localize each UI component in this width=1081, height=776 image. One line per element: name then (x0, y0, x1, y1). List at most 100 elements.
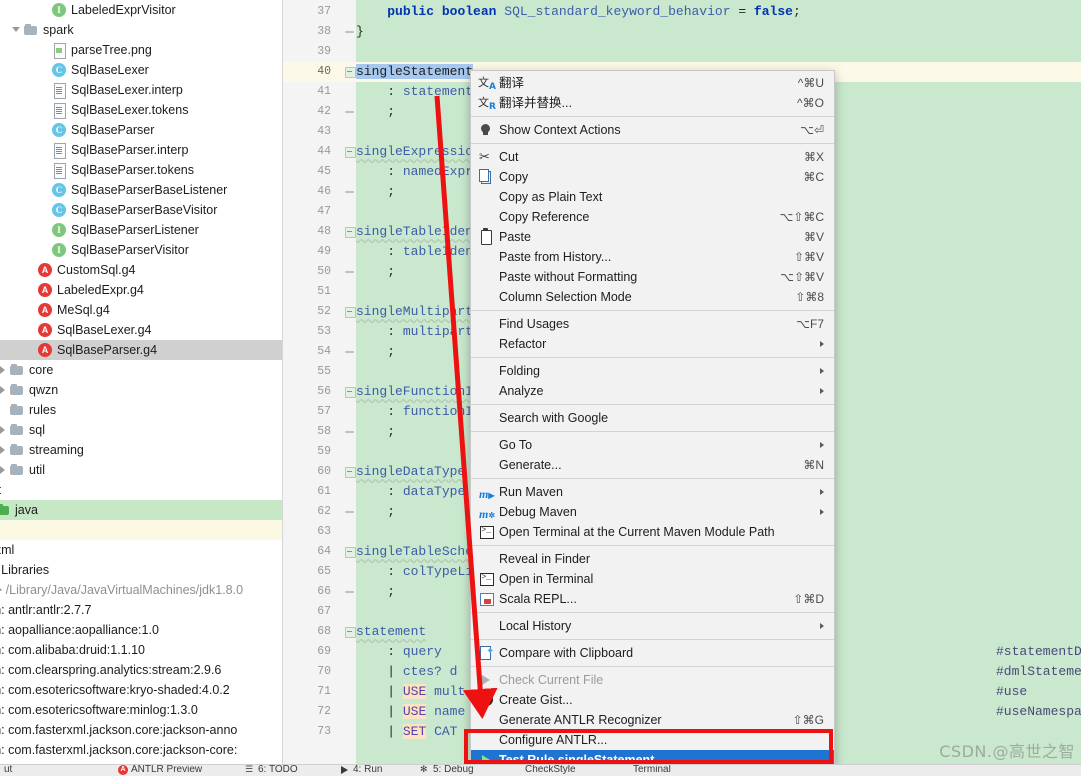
menu-item-create-gist[interactable]: Create Gist... (471, 690, 834, 710)
menu-item-local-history[interactable]: Local History (471, 616, 834, 636)
tree-row-21[interactable]: sql (0, 420, 283, 440)
tree-row-19[interactable]: qwzn (0, 380, 283, 400)
tree-row-35[interactable]: ven: com.esotericsoftware:minlog:1.3.0 (0, 700, 283, 720)
fold-collapse-icon[interactable] (345, 462, 356, 482)
menu-item-find-usages[interactable]: Find Usages⌥F7 (471, 314, 834, 334)
tree-row-7[interactable]: SqlBaseParser.interp (0, 140, 283, 160)
menu-item-[interactable]: 文A翻译^⌘U (471, 73, 834, 93)
tree-row-12[interactable]: ISqlBaseParserVisitor (0, 240, 283, 260)
tree-row-33[interactable]: ven: com.clearspring.analytics:stream:2.… (0, 660, 283, 680)
tree-row-32[interactable]: ven: com.alibaba:druid:1.1.10 (0, 640, 283, 660)
menu-item-open-in-terminal[interactable]: Open in Terminal (471, 569, 834, 589)
tree-row-23[interactable]: util (0, 460, 283, 480)
tree-row-16[interactable]: ASqlBaseLexer.g4 (0, 320, 283, 340)
fold-collapse-icon[interactable] (345, 62, 356, 82)
menu-item-[interactable]: 文R翻译并替换...^⌘O (471, 93, 834, 113)
tree-row-10[interactable]: CSqlBaseParserBaseVisitor (0, 200, 283, 220)
fold-end-icon[interactable] (345, 22, 356, 42)
tree-row-17[interactable]: ASqlBaseParser.g4 (0, 340, 283, 360)
bottom-bar-item-6-todo[interactable]: 6: TODO (245, 764, 298, 776)
menu-item-copy-reference[interactable]: Copy Reference⌥⇧⌘C (471, 207, 834, 227)
menu-item-search-with-google[interactable]: Search with Google (471, 408, 834, 428)
editor-context-menu[interactable]: 文A翻译^⌘U文R翻译并替换...^⌘O Show Context Actions… (470, 70, 835, 771)
fold-end-icon[interactable] (345, 342, 356, 362)
menu-item-analyze[interactable]: Analyze (471, 381, 834, 401)
menu-item-run-maven[interactable]: m▶Run Maven (471, 482, 834, 502)
menu-item-check-current-file[interactable]: Check Current File (471, 670, 834, 690)
menu-item-folding[interactable]: Folding (471, 361, 834, 381)
tree-row-3[interactable]: CSqlBaseLexer (0, 60, 283, 80)
tree-row-30[interactable]: ven: antlr:antlr:2.7.7 (0, 600, 283, 620)
bottom-bar-item-4-run[interactable]: 4: Run (340, 764, 382, 776)
tree-row-27[interactable]: m.xml (0, 540, 283, 560)
fold-end-icon[interactable] (345, 582, 356, 602)
fold-end-icon[interactable] (345, 102, 356, 122)
tree-row-37[interactable]: ven: com.fasterxml.jackson.core:jackson-… (0, 740, 283, 760)
menu-item-configure-antlr[interactable]: Configure ANTLR... (471, 730, 834, 750)
tree-row-31[interactable]: ven: aopalliance:aopalliance:1.0 (0, 620, 283, 640)
fold-end-icon[interactable] (345, 262, 356, 282)
tree-row-15[interactable]: AMeSql.g4 (0, 300, 283, 320)
menu-item-column-selection-mode[interactable]: Column Selection Mode⇧⌘8 (471, 287, 834, 307)
fold-collapse-icon[interactable] (345, 222, 356, 242)
bottom-bar-item-ut[interactable]: ut (4, 764, 12, 776)
menu-item-copy-as-plain-text[interactable]: Copy as Plain Text (471, 187, 834, 207)
fold-end-icon[interactable] (345, 422, 356, 442)
bottom-bar-item-antlr-preview[interactable]: ANTLR Preview (118, 764, 202, 776)
tree-row-9[interactable]: CSqlBaseParserBaseListener (0, 180, 283, 200)
tree-disclosure-open-icon[interactable] (12, 20, 23, 40)
menu-item-cut[interactable]: Cut⌘X (471, 147, 834, 167)
menu-item-paste[interactable]: Paste⌘V (471, 227, 834, 247)
menu-item-scala-repl[interactable]: Scala REPL...⇧⌘D (471, 589, 834, 609)
tree-row-22[interactable]: streaming (0, 440, 283, 460)
bottom-tool-window-bar[interactable]: ut ANTLR Preview 6: TODO 4: Run 5: Debug Chec… (0, 764, 1081, 776)
tree-row-34[interactable]: ven: com.esotericsoftware:kryo-shaded:4.… (0, 680, 283, 700)
menu-item-generate[interactable]: Generate...⌘N (471, 455, 834, 475)
tree-row-18[interactable]: core (0, 360, 283, 380)
tree-row-25[interactable]: java (0, 500, 283, 520)
fold-end-icon[interactable] (345, 502, 356, 522)
tree-disclosure-closed-icon[interactable] (0, 440, 9, 460)
tree-row-6[interactable]: CSqlBaseParser (0, 120, 283, 140)
menu-item-debug-maven[interactable]: m✲Debug Maven (471, 502, 834, 522)
fold-collapse-icon[interactable] (345, 542, 356, 562)
fold-collapse-icon[interactable] (345, 302, 356, 322)
menu-item-compare-with-clipboard[interactable]: Compare with Clipboard (471, 643, 834, 663)
menu-item-refactor[interactable]: Refactor (471, 334, 834, 354)
menu-item-generate-antlr-recognizer[interactable]: Generate ANTLR Recognizer⇧⌘G (471, 710, 834, 730)
tree-row-36[interactable]: ven: com.fasterxml.jackson.core:jackson-… (0, 720, 283, 740)
bottom-bar-item-checkstyle[interactable]: CheckStyle (512, 764, 576, 776)
menu-item-go-to[interactable]: Go To (471, 435, 834, 455)
tree-disclosure-closed-icon[interactable] (0, 360, 9, 380)
menu-item-show-context-actions[interactable]: Show Context Actions⌥⏎ (471, 120, 834, 140)
tree-row-20[interactable]: rules (0, 400, 283, 420)
tree-row-4[interactable]: SqlBaseLexer.interp (0, 80, 283, 100)
tree-row-8[interactable]: SqlBaseParser.tokens (0, 160, 283, 180)
bottom-bar-item-5-debug[interactable]: 5: Debug (420, 764, 474, 776)
tree-row-26[interactable]: get (0, 520, 283, 540)
tree-row-11[interactable]: ISqlBaseParserListener (0, 220, 283, 240)
tree-row-24[interactable]: test (0, 480, 283, 500)
fold-collapse-icon[interactable] (345, 622, 356, 642)
tree-row-0[interactable]: ILabeledExprVisitor (0, 0, 283, 20)
project-tree-panel[interactable]: ILabeledExprVisitorsparkparseTree.pngCSq… (0, 0, 283, 764)
editor-gutter[interactable]: 3738394041424344454647484950515253545556… (283, 0, 356, 764)
fold-end-icon[interactable] (345, 182, 356, 202)
tree-row-2[interactable]: parseTree.png (0, 40, 283, 60)
tree-row-13[interactable]: ACustomSql.g4 (0, 260, 283, 280)
menu-item-reveal-in-finder[interactable]: Reveal in Finder (471, 549, 834, 569)
fold-collapse-icon[interactable] (345, 142, 356, 162)
tree-row-29[interactable]: .8 > /Library/Java/JavaVirtualMachines/j… (0, 580, 283, 600)
menu-item-paste-from-history[interactable]: Paste from History...⇧⌘V (471, 247, 834, 267)
tree-row-5[interactable]: SqlBaseLexer.tokens (0, 100, 283, 120)
fold-collapse-icon[interactable] (345, 382, 356, 402)
menu-item-paste-without-formatting[interactable]: Paste without Formatting⌥⇧⌘V (471, 267, 834, 287)
menu-item-open-terminal-at-the-current-maven-module-path[interactable]: Open Terminal at the Current Maven Modul… (471, 522, 834, 542)
tree-disclosure-closed-icon[interactable] (0, 380, 9, 400)
bottom-bar-item-terminal[interactable]: Terminal (620, 764, 671, 776)
menu-item-copy[interactable]: Copy⌘C (471, 167, 834, 187)
tree-disclosure-closed-icon[interactable] (0, 420, 9, 440)
tree-row-14[interactable]: ALabeledExpr.g4 (0, 280, 283, 300)
tree-row-1[interactable]: spark (0, 20, 283, 40)
tree-row-28[interactable]: nal Libraries (0, 560, 283, 580)
